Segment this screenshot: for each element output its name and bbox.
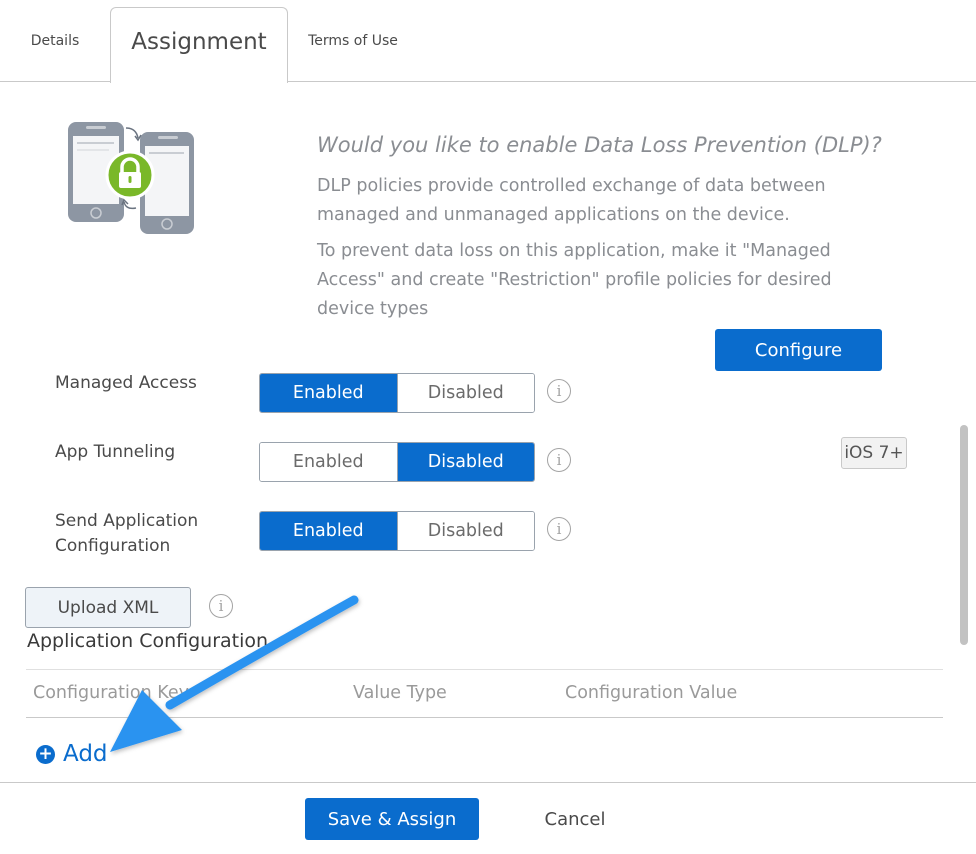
ios-version-badge: iOS 7+: [841, 437, 907, 469]
column-header-config-key[interactable]: Configuration Key: [33, 683, 189, 703]
app-config-table-header: Configuration Key Value Type Configurati…: [26, 669, 943, 718]
column-header-value-type[interactable]: Value Type: [353, 683, 447, 703]
send-app-config-label: Send Application Configuration: [55, 511, 199, 556]
dlp-instructions: To prevent data loss on this application…: [317, 241, 832, 319]
app-tunneling-toggle: Enabled Disabled: [259, 442, 535, 482]
info-circle-icon[interactable]: i: [547, 448, 571, 472]
send-app-config-disabled-option[interactable]: Disabled: [396, 512, 534, 550]
plus-circle-icon: +: [36, 744, 55, 764]
column-header-config-value[interactable]: Configuration Value: [565, 683, 737, 703]
info-circle-icon[interactable]: i: [547, 517, 571, 541]
scrollbar[interactable]: [960, 425, 968, 645]
tab-assignment[interactable]: Assignment: [110, 7, 288, 83]
info-circle-icon[interactable]: i: [547, 379, 571, 403]
managed-access-label: Managed Access: [55, 373, 197, 393]
managed-access-toggle: Enabled Disabled: [259, 373, 535, 413]
tab-terms-of-use[interactable]: Terms of Use: [288, 0, 418, 82]
app-config-title: Application Configuration: [27, 630, 269, 652]
info-circle-icon[interactable]: i: [209, 594, 233, 618]
managed-access-disabled-option[interactable]: Disabled: [396, 374, 534, 412]
tab-bar: Details Assignment Terms of Use: [0, 0, 976, 83]
save-assign-button[interactable]: Save & Assign: [305, 798, 479, 840]
managed-access-enabled-option[interactable]: Enabled: [260, 374, 397, 412]
phones-lock-icon: [68, 122, 194, 234]
dlp-description: DLP policies provide controlled exchange…: [317, 176, 826, 225]
app-tunneling-disabled-option[interactable]: Disabled: [396, 443, 534, 481]
footer: Save & Assign Cancel: [0, 782, 976, 854]
add-config-button[interactable]: + Add: [36, 741, 108, 767]
cancel-button[interactable]: Cancel: [520, 798, 630, 840]
app-tunneling-enabled-option[interactable]: Enabled: [260, 443, 397, 481]
configure-button[interactable]: Configure: [715, 329, 882, 371]
add-label: Add: [63, 741, 108, 767]
send-app-config-enabled-option[interactable]: Enabled: [260, 512, 397, 550]
upload-xml-button[interactable]: Upload XML: [25, 587, 191, 628]
dlp-title: Would you like to enable Data Loss Preve…: [317, 133, 882, 157]
send-app-config-toggle: Enabled Disabled: [259, 511, 535, 551]
tab-details[interactable]: Details: [0, 0, 110, 82]
app-tunneling-label: App Tunneling: [55, 442, 176, 462]
